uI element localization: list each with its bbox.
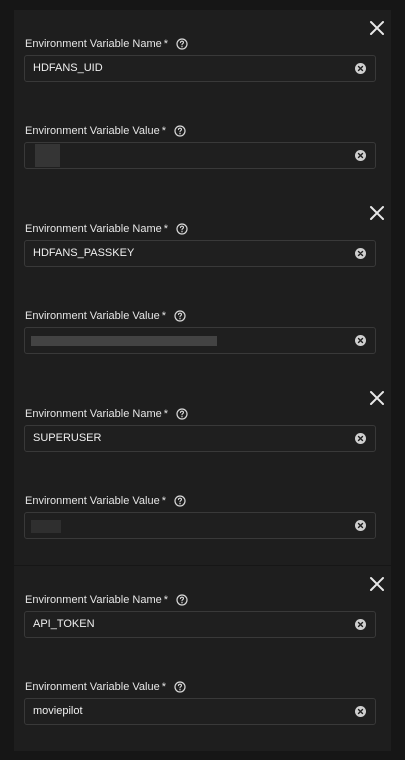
env-var-value-input[interactable] xyxy=(24,142,376,169)
required-marker: * xyxy=(163,223,169,235)
env-var-name-label: Environment Variable Name * xyxy=(25,593,188,607)
required-marker: * xyxy=(161,681,167,693)
label-text: Environment Variable Value xyxy=(25,310,160,322)
clear-circle-icon[interactable] xyxy=(355,520,366,531)
clear-circle-icon[interactable] xyxy=(355,150,366,161)
env-var-name-input[interactable]: API_TOKEN xyxy=(24,611,376,638)
env-var-value-label: Environment Variable Value * xyxy=(25,680,186,694)
redacted-value xyxy=(31,336,217,346)
input-value: moviepilot xyxy=(33,705,83,717)
env-var-name-label: Environment Variable Name * xyxy=(25,37,188,51)
help-circle-icon[interactable] xyxy=(176,223,188,235)
close-icon[interactable] xyxy=(367,574,387,594)
label-text: Environment Variable Value xyxy=(25,495,160,507)
help-circle-icon[interactable] xyxy=(176,408,188,420)
env-var-card: Environment Variable Name * SUPERUSER En… xyxy=(14,380,391,565)
label-text: Environment Variable Name xyxy=(25,38,162,50)
close-icon[interactable] xyxy=(367,388,387,408)
env-var-list: Environment Variable Name * HDFANS_UID E… xyxy=(0,0,405,760)
required-marker: * xyxy=(163,594,169,606)
clear-circle-icon[interactable] xyxy=(355,433,366,444)
env-var-value-input[interactable] xyxy=(24,512,376,539)
label-text: Environment Variable Name xyxy=(25,594,162,606)
label-text: Environment Variable Value xyxy=(25,125,160,137)
help-circle-icon[interactable] xyxy=(176,38,188,50)
env-var-value-label: Environment Variable Value * xyxy=(25,124,186,138)
label-text: Environment Variable Value xyxy=(25,681,160,693)
required-marker: * xyxy=(161,310,167,322)
clear-circle-icon[interactable] xyxy=(355,619,366,630)
env-var-value-input[interactable] xyxy=(24,327,376,354)
input-value: HDFANS_UID xyxy=(33,62,103,74)
required-marker: * xyxy=(161,495,167,507)
redacted-value xyxy=(31,520,61,533)
required-marker: * xyxy=(161,125,167,137)
clear-circle-icon[interactable] xyxy=(355,63,366,74)
help-circle-icon[interactable] xyxy=(174,310,186,322)
required-marker: * xyxy=(163,408,169,420)
close-icon[interactable] xyxy=(367,203,387,223)
help-circle-icon[interactable] xyxy=(174,681,186,693)
env-var-card: Environment Variable Name * HDFANS_PASSK… xyxy=(14,195,391,380)
env-var-name-label: Environment Variable Name * xyxy=(25,222,188,236)
help-circle-icon[interactable] xyxy=(174,495,186,507)
label-text: Environment Variable Name xyxy=(25,223,162,235)
env-var-name-label: Environment Variable Name * xyxy=(25,407,188,421)
redacted-value xyxy=(35,144,60,167)
clear-circle-icon[interactable] xyxy=(355,335,366,346)
help-circle-icon[interactable] xyxy=(176,594,188,606)
env-var-value-input[interactable]: moviepilot xyxy=(24,698,376,725)
env-var-name-input[interactable]: HDFANS_PASSKEY xyxy=(24,240,376,267)
env-var-value-label: Environment Variable Value * xyxy=(25,494,186,508)
env-var-value-label: Environment Variable Value * xyxy=(25,309,186,323)
help-circle-icon[interactable] xyxy=(174,125,186,137)
env-var-name-input[interactable]: SUPERUSER xyxy=(24,425,376,452)
clear-circle-icon[interactable] xyxy=(355,248,366,259)
input-value: SUPERUSER xyxy=(33,432,102,444)
close-icon[interactable] xyxy=(367,18,387,38)
clear-circle-icon[interactable] xyxy=(355,706,366,717)
input-value: API_TOKEN xyxy=(33,618,95,630)
input-value: HDFANS_PASSKEY xyxy=(33,247,135,259)
env-var-card: Environment Variable Name * API_TOKEN En… xyxy=(14,566,391,751)
env-var-name-input[interactable]: HDFANS_UID xyxy=(24,55,376,82)
required-marker: * xyxy=(163,38,169,50)
label-text: Environment Variable Name xyxy=(25,408,162,420)
env-var-card: Environment Variable Name * HDFANS_UID E… xyxy=(14,10,391,195)
